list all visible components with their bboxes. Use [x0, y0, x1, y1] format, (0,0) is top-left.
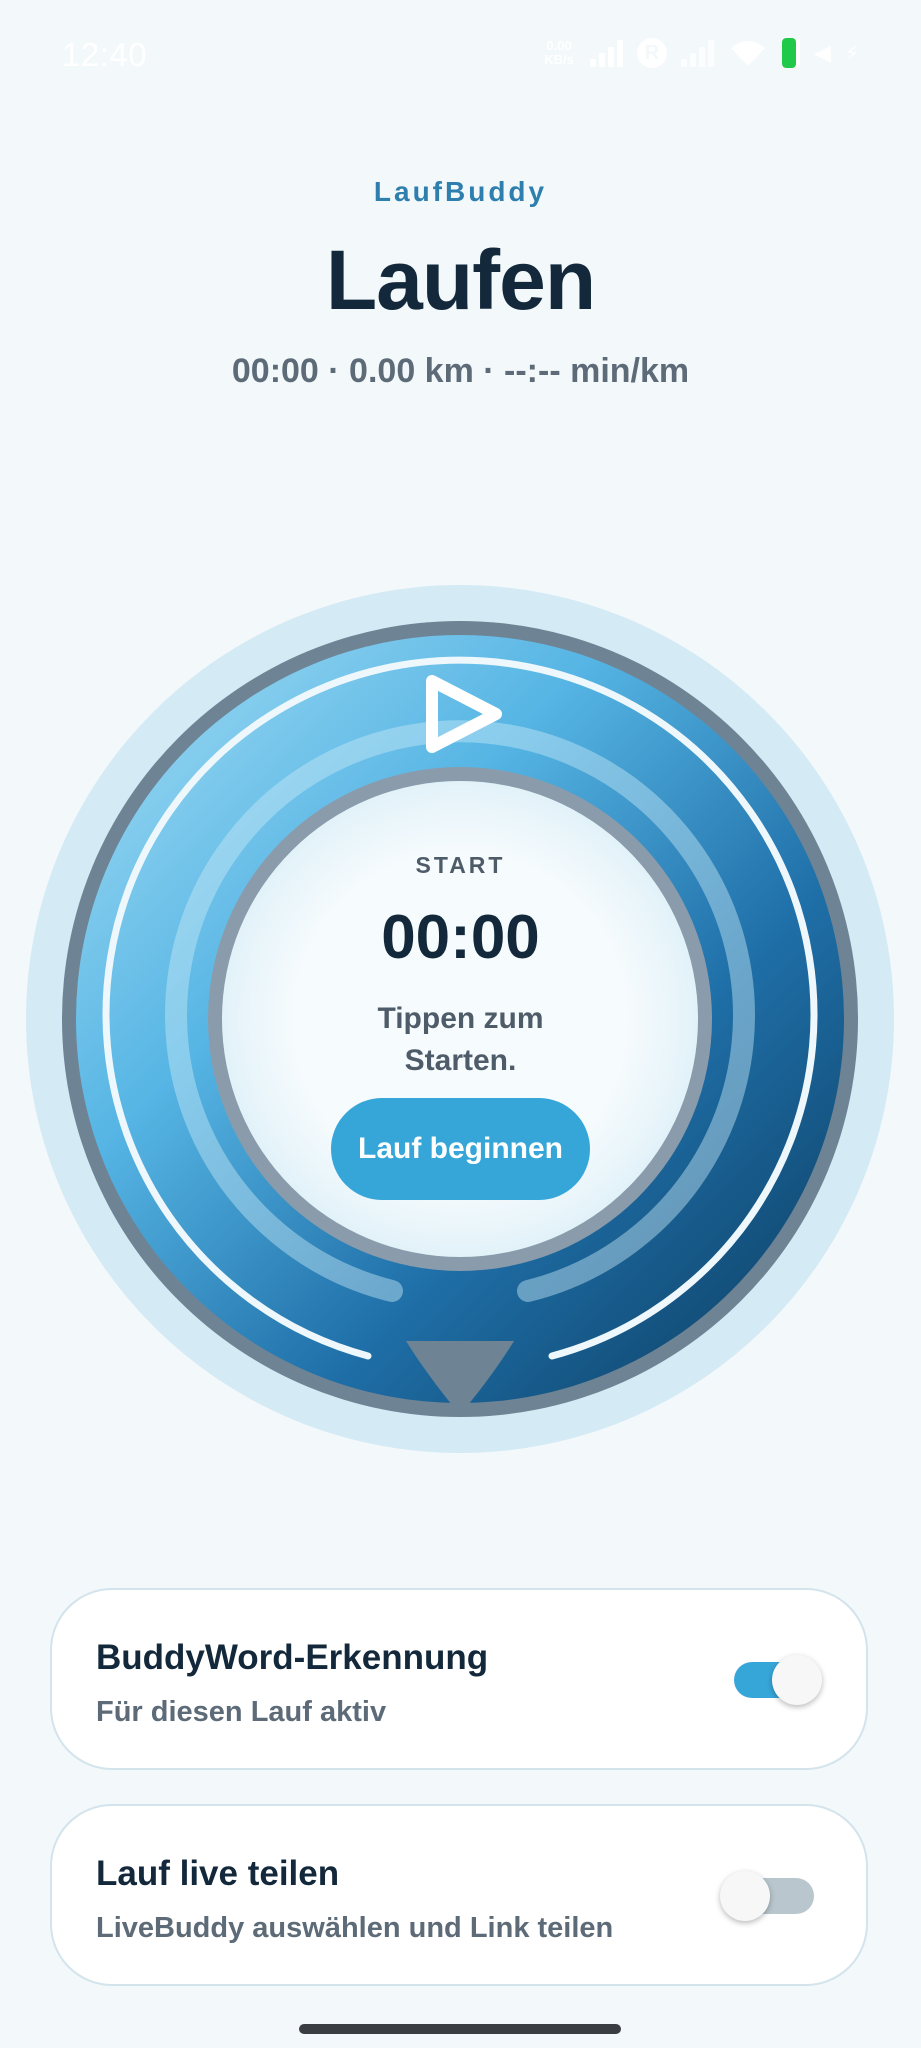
charging-icon: ⚡	[844, 42, 859, 65]
net-speed: 0.00 KB/s	[544, 38, 574, 67]
start-hint: Tippen zum Starten.	[377, 1002, 544, 1077]
r-circle-icon: R	[637, 38, 668, 68]
battery-level	[782, 38, 797, 68]
start-run-button[interactable]: Lauf beginnen	[331, 1098, 590, 1200]
home-indicator[interactable]	[299, 2024, 621, 2034]
dial-label: START	[415, 852, 506, 878]
signal-dim-icon	[681, 39, 715, 67]
live-share-subtitle: LiveBuddy auswählen und Link teilen	[96, 1912, 614, 1944]
run-stats: 00:00 · 0.00 km · --:-- min/km	[231, 352, 690, 390]
status-bar: 12:40 0.00 KB/s R ◀ ⚡	[0, 0, 921, 108]
buddyword-title: BuddyWord-Erkennung	[96, 1638, 489, 1677]
status-time: 12:40	[62, 36, 148, 73]
status-icons: 0.00 KB/s R ◀ ⚡	[542, 38, 859, 68]
signal-icon	[590, 39, 624, 67]
toggle-knob	[772, 1655, 822, 1705]
buddyword-subtitle: Für diesen Lauf aktiv	[96, 1696, 387, 1728]
live-share-toggle[interactable]	[720, 1871, 814, 1921]
page-title: Laufen	[325, 233, 596, 327]
buddyword-toggle[interactable]	[734, 1655, 822, 1705]
live-share-title: Lauf live teilen	[96, 1854, 340, 1893]
app-brand: LaufBuddy	[373, 176, 548, 207]
battery-icon	[782, 38, 801, 68]
buddyword-card: BuddyWord-Erkennung Für diesen Lauf akti…	[50, 1588, 868, 1770]
wifi-icon	[731, 41, 766, 66]
live-share-card: Lauf live teilen LiveBuddy auswählen und…	[50, 1804, 868, 1986]
timer-display: 00:00	[381, 903, 540, 972]
toggle-knob	[720, 1871, 770, 1921]
mute-icon: ◀	[814, 40, 831, 65]
